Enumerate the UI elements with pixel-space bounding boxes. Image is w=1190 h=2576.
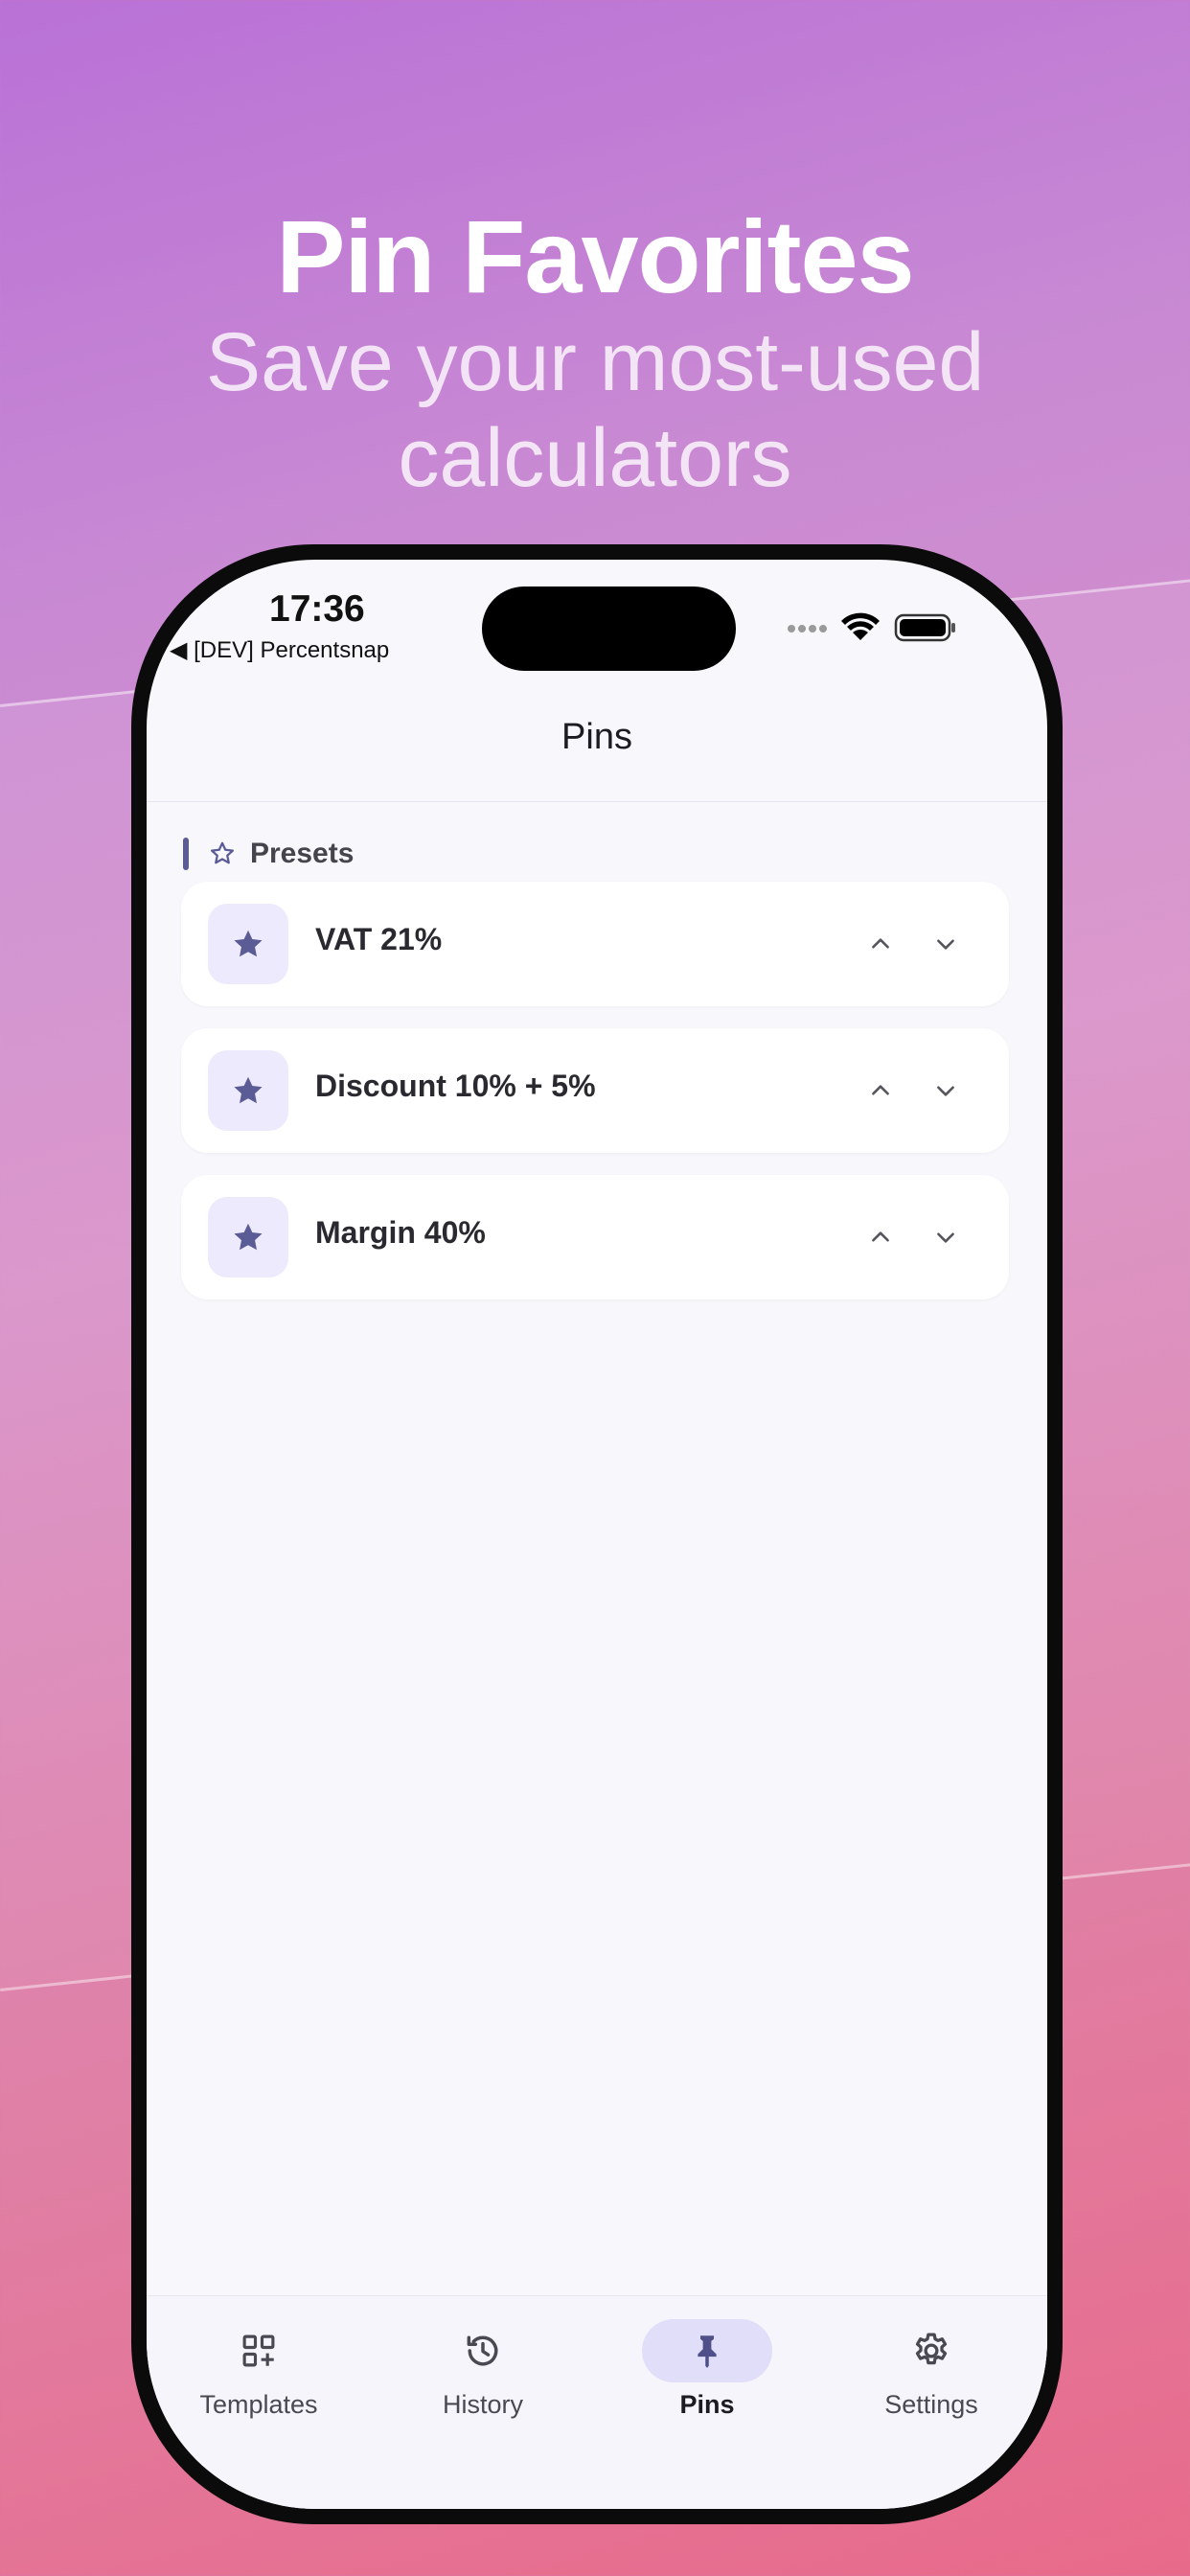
chevron-down-icon (937, 1086, 954, 1096)
phone-frame: 17:36 ◀ [DEV] Percentsnap Pins Presets V… (131, 544, 1063, 2524)
pin-icon (698, 2335, 717, 2368)
pin-label: Discount 10% + 5% (315, 1069, 596, 1103)
history-icon (467, 2335, 498, 2366)
star-outline-icon (211, 841, 234, 864)
move-up-button[interactable] (859, 1216, 902, 1258)
pin-icon-box (208, 1197, 288, 1277)
section-accent-bar (183, 838, 189, 870)
templates-icon (242, 2334, 275, 2367)
star-icon (234, 930, 263, 957)
nav-icon-wrap (866, 2319, 996, 2382)
nav-item-settings[interactable]: Settings (835, 2319, 1027, 2425)
status-time: 17:36 (269, 588, 365, 630)
nav-icon-wrap (194, 2319, 324, 2382)
nav-label: History (442, 2390, 523, 2419)
nav-label: Settings (884, 2390, 978, 2419)
gear-icon (915, 2333, 948, 2365)
dynamic-island (482, 586, 736, 671)
app-screen: 17:36 ◀ [DEV] Percentsnap Pins Presets V… (147, 560, 1047, 2509)
chevron-up-icon (872, 938, 889, 949)
pin-card[interactable]: Margin 40% (181, 1175, 1009, 1300)
signal-icon (788, 625, 827, 632)
chevron-up-icon (872, 1085, 889, 1095)
nav-icon-wrap (418, 2319, 548, 2382)
move-down-button[interactable] (925, 1216, 967, 1258)
section-label: Presets (250, 838, 355, 869)
nav-item-history[interactable]: History (387, 2319, 579, 2425)
nav-active-indicator (642, 2319, 772, 2382)
nav-label: Templates (199, 2390, 318, 2419)
move-up-button[interactable] (859, 1070, 902, 1112)
back-to-app-link[interactable]: ◀ [DEV] Percentsnap (170, 636, 389, 664)
chevron-up-icon (872, 1231, 889, 1242)
pin-card[interactable]: Discount 10% + 5% (181, 1028, 1009, 1153)
pin-icon-box (208, 904, 288, 984)
pin-label: Margin 40% (315, 1215, 486, 1250)
pin-label: VAT 21% (315, 922, 443, 956)
star-icon (234, 1223, 263, 1251)
bottom-navigation: Templates History Pins Settings (147, 2295, 1047, 2509)
move-down-button[interactable] (925, 1070, 967, 1112)
move-up-button[interactable] (859, 923, 902, 965)
nav-item-pins[interactable]: Pins (611, 2319, 803, 2425)
nav-item-templates[interactable]: Templates (163, 2319, 355, 2425)
star-icon (234, 1076, 263, 1104)
pin-card[interactable]: VAT 21% (181, 882, 1009, 1006)
promo-title: Pin Favorites (276, 198, 914, 314)
status-icons (788, 612, 955, 642)
chevron-down-icon (937, 939, 954, 950)
battery-icon (894, 613, 955, 642)
nav-label: Pins (679, 2390, 735, 2419)
move-down-button[interactable] (925, 923, 967, 965)
promo-subtitle: Save your most-used calculators (205, 316, 985, 504)
pin-icon-box (208, 1050, 288, 1131)
section-header-presets: Presets (183, 838, 354, 870)
chevron-down-icon (937, 1232, 954, 1243)
page-title: Pins (561, 717, 632, 757)
wifi-icon (841, 612, 880, 640)
app-bar: Pins (147, 671, 1047, 802)
